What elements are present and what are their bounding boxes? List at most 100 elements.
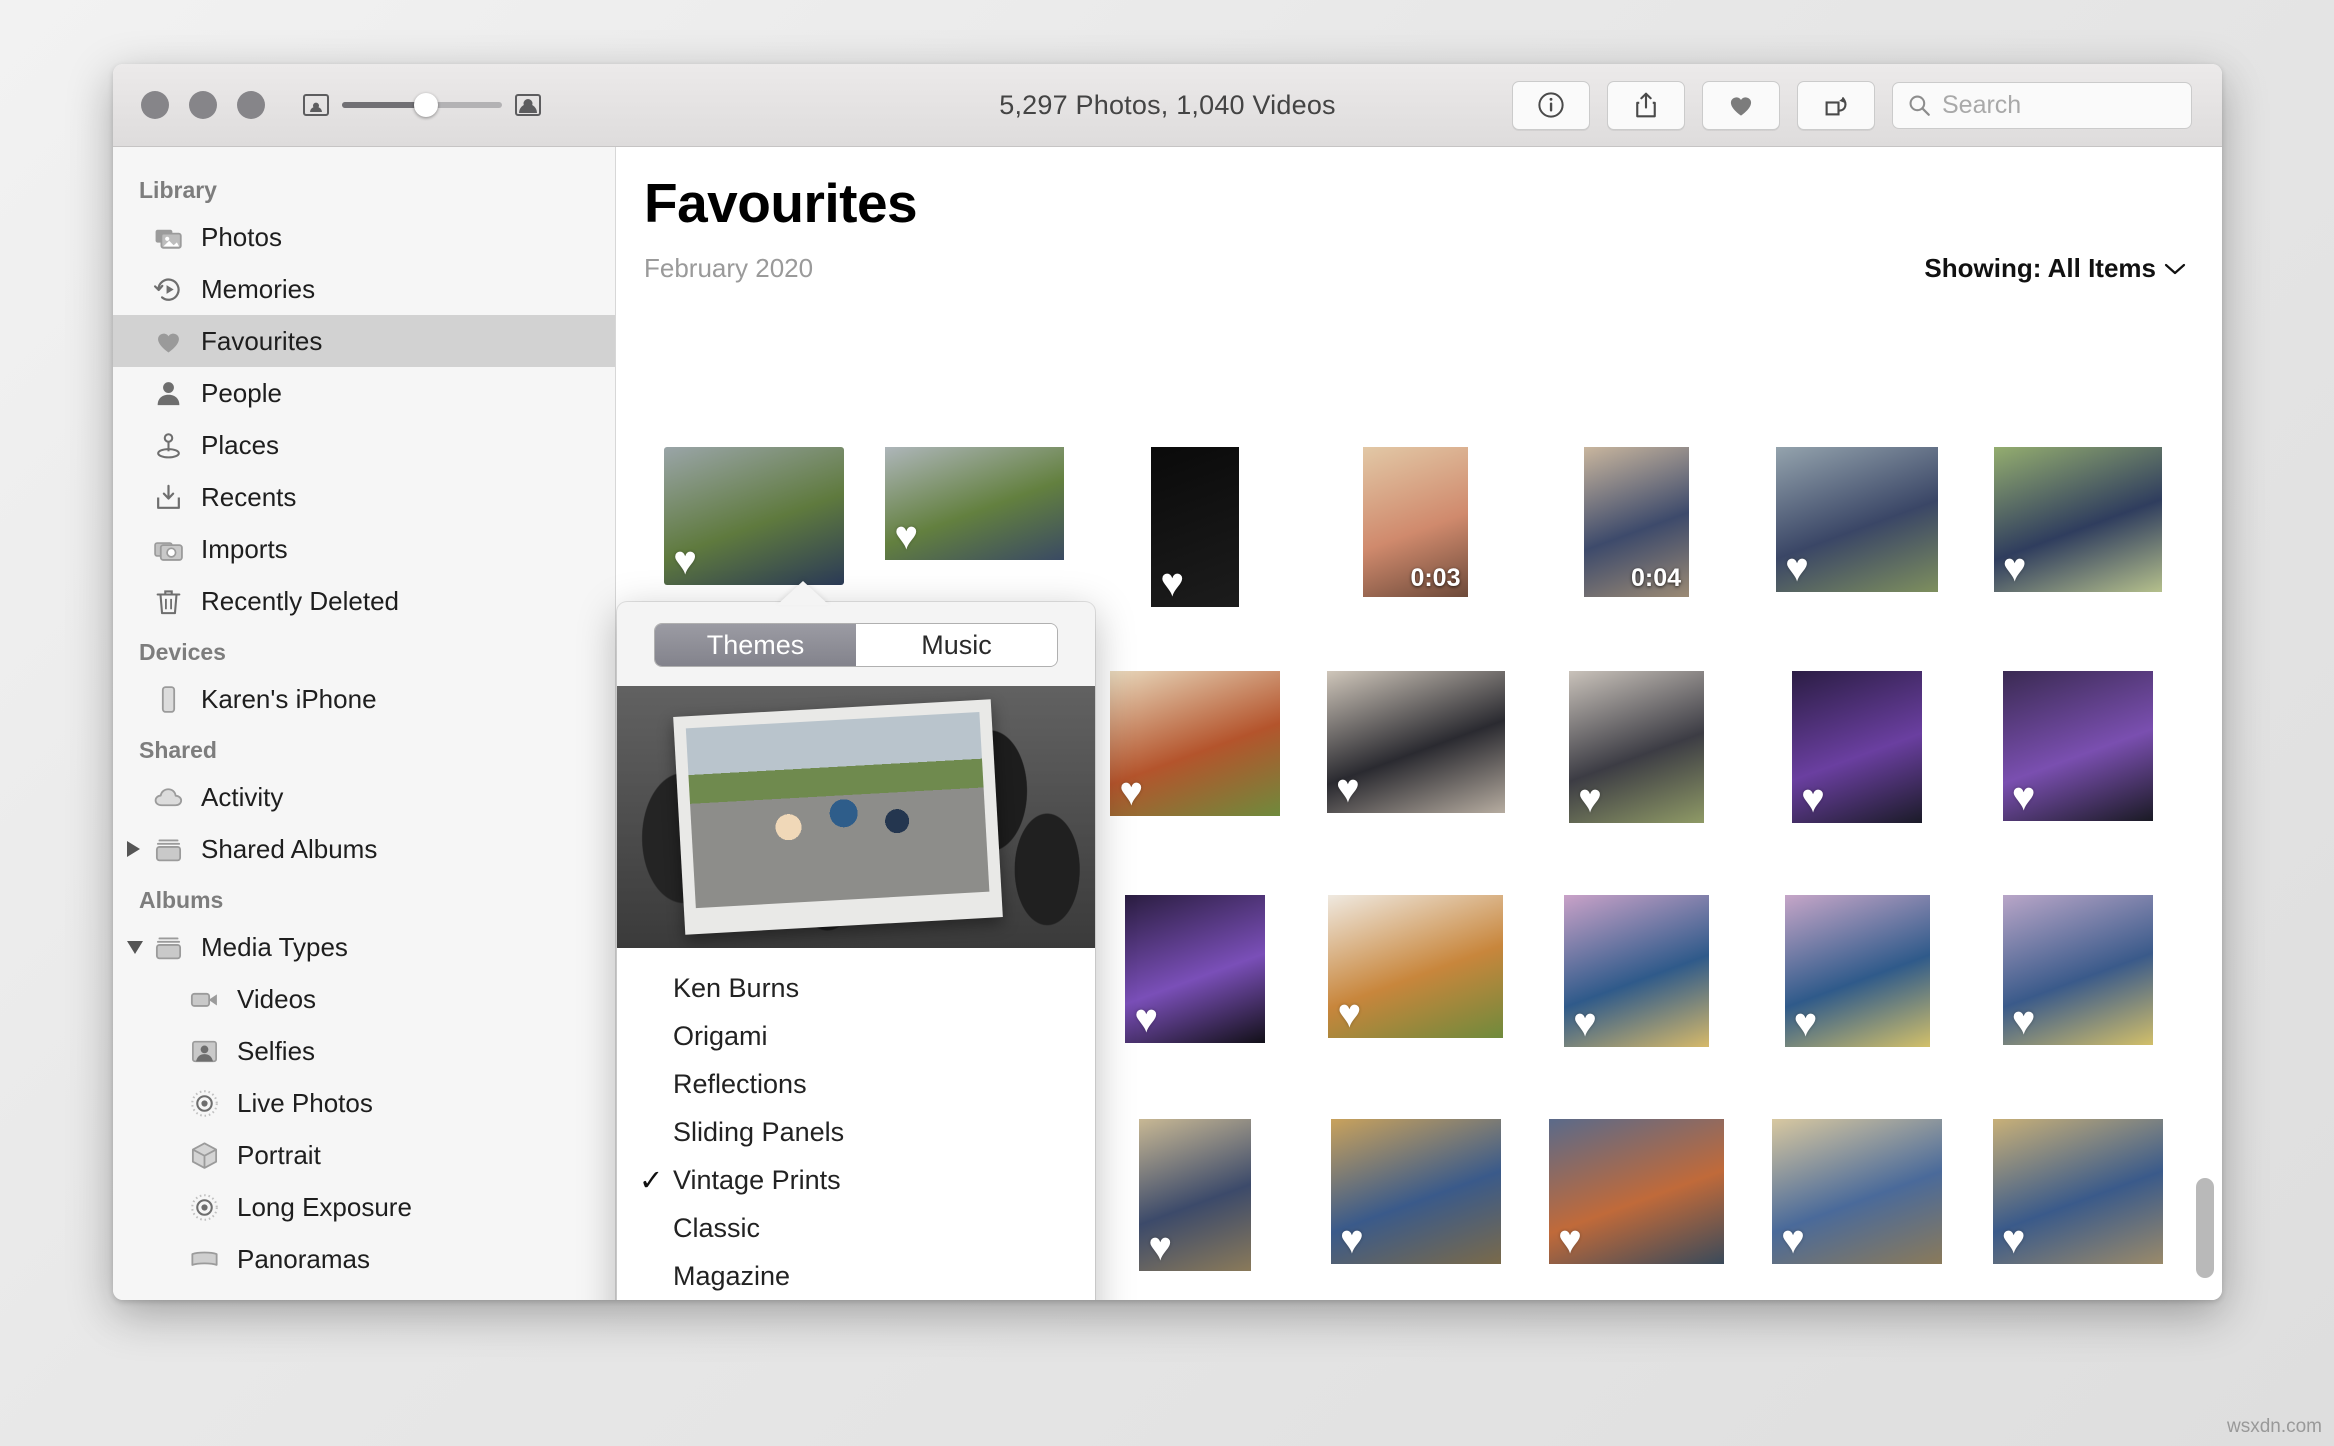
minimize-button[interactable]: [189, 91, 217, 119]
photo-thumbnail[interactable]: ♥: [1784, 895, 1930, 1047]
photo-thumbnail[interactable]: ♥: [1564, 895, 1710, 1047]
close-button[interactable]: [141, 91, 169, 119]
popover-tab-themes[interactable]: Themes: [655, 624, 856, 666]
sidebar-item-label: Places: [201, 429, 280, 460]
photo-thumbnail[interactable]: ♥: [1992, 1119, 2163, 1264]
sidebar-item-places[interactable]: Places: [113, 419, 615, 471]
theme-label: Origami: [673, 1020, 768, 1051]
info-button[interactable]: [1512, 80, 1590, 130]
panorama-icon: [189, 1244, 220, 1275]
photo-cell: ♥: [1967, 1119, 2188, 1300]
favorite-heart-icon: ♥: [1148, 1225, 1173, 1269]
popover-arrow: [777, 581, 829, 605]
favorite-heart-icon: ♥: [1335, 767, 1360, 811]
traffic-light-group: [141, 91, 265, 119]
sidebar-item-photos[interactable]: Photos: [113, 211, 615, 263]
photo-thumbnail[interactable]: ♥: [1151, 447, 1240, 607]
disclosure-triangle-collapsed[interactable]: [127, 841, 140, 857]
preview-photo: [685, 711, 990, 909]
download-tray-icon: [153, 482, 184, 513]
sidebar-section-header: Albums: [139, 887, 224, 913]
thumbnail-size-slider[interactable]: [342, 93, 502, 117]
theme-item-sliding-panels[interactable]: Sliding Panels: [617, 1108, 1095, 1156]
share-icon: [1636, 92, 1656, 118]
photo-thumbnail[interactable]: ♥: [1326, 671, 1505, 813]
theme-preview: [617, 686, 1095, 948]
theme-label: Vintage Prints: [673, 1164, 841, 1195]
theme-item-ken-burns[interactable]: Ken Burns: [617, 964, 1095, 1012]
sidebar-item-long-exposure[interactable]: Long Exposure: [113, 1181, 615, 1233]
sidebar-item-live-photos[interactable]: Live Photos: [113, 1077, 615, 1129]
sidebar-item-imports[interactable]: Imports: [113, 523, 615, 575]
photo-thumbnail[interactable]: ♥: [1139, 1119, 1252, 1271]
sidebar-item-memories[interactable]: Memories: [113, 263, 615, 315]
sidebar-item-portrait[interactable]: Portrait: [113, 1129, 615, 1181]
photo-thumbnail[interactable]: ♥: [1328, 895, 1504, 1038]
sidebar-item-recents[interactable]: Recents: [113, 471, 615, 523]
photo-cell: ♥: [1085, 671, 1306, 895]
theme-item-reflections[interactable]: Reflections: [617, 1060, 1095, 1108]
sidebar-item-activity[interactable]: Activity: [113, 771, 615, 823]
long-exposure-icon: [189, 1192, 220, 1223]
sidebar-item-karen-s-iphone[interactable]: Karen's iPhone: [113, 673, 615, 725]
theme-item-vintage-prints[interactable]: ✓ Vintage Prints: [617, 1156, 1095, 1204]
favorite-heart-icon: ♥: [1160, 561, 1185, 605]
window-body: Library Photos Memories Favourites People Pla…: [113, 147, 2222, 1300]
favorite-button[interactable]: [1702, 80, 1780, 130]
theme-item-origami[interactable]: Origami: [617, 1012, 1095, 1060]
sidebar-item-videos[interactable]: Videos: [113, 973, 615, 1025]
photo-thumbnail[interactable]: ♥: [1549, 1119, 1725, 1264]
sidebar-item-recently-deleted[interactable]: Recently Deleted: [113, 575, 615, 627]
photo-thumbnail[interactable]: ♥: [1569, 671, 1705, 823]
sidebar-item-favourites[interactable]: Favourites: [113, 315, 615, 367]
photo-thumbnail[interactable]: ♥: [1125, 895, 1266, 1043]
month-label: February 2020: [644, 253, 814, 283]
photo-cell: ♥: [1526, 1119, 1747, 1300]
zoom-button[interactable]: [237, 91, 265, 119]
album-stack-icon: [153, 834, 184, 865]
favorite-heart-icon: ♥: [1793, 1001, 1818, 1045]
disclosure-triangle-expanded[interactable]: [127, 940, 143, 954]
slider-knob[interactable]: [414, 93, 438, 117]
sidebar-item-shared-albums[interactable]: Shared Albums: [113, 823, 615, 875]
showing-filter[interactable]: Showing: All Items: [1924, 253, 2186, 284]
photo-thumbnail[interactable]: ♥: [1330, 1119, 1501, 1264]
photo-thumbnail[interactable]: ♥: [1792, 671, 1923, 823]
photo-thumbnail[interactable]: ♥: [664, 447, 845, 585]
sidebar-item-media-types[interactable]: Media Types: [113, 921, 615, 973]
photo-cell: ♥: [1747, 1119, 1968, 1300]
sidebar-item-panoramas[interactable]: Panoramas: [113, 1233, 615, 1285]
sidebar-item-people[interactable]: People: [113, 367, 615, 419]
photo-thumbnail[interactable]: ♥: [885, 447, 1065, 560]
theme-item-classic[interactable]: Classic: [617, 1204, 1095, 1252]
vertical-scrollbar[interactable]: [2196, 1178, 2214, 1278]
theme-item-magazine[interactable]: Magazine: [617, 1252, 1095, 1300]
photo-thumbnail[interactable]: ♥: [2002, 671, 2153, 821]
sidebar-item-label: Imports: [201, 533, 288, 564]
popover-tab-music[interactable]: Music: [856, 624, 1057, 666]
search-input[interactable]: Search: [1892, 81, 2192, 129]
selfie-icon: [189, 1036, 220, 1067]
theme-label: Ken Burns: [673, 972, 800, 1003]
photo-cell: ♥: [1306, 1119, 1527, 1300]
photo-thumbnail[interactable]: 0:04: [1584, 447, 1690, 597]
photo-cell: ♥: [1085, 447, 1306, 671]
sidebar-item-selfies[interactable]: Selfies: [113, 1025, 615, 1077]
cube-icon: [189, 1140, 220, 1171]
watermark: wsxdn.com: [2226, 1416, 2322, 1437]
photo-thumbnail[interactable]: ♥: [1776, 447, 1939, 592]
favorite-heart-icon: ♥: [1785, 546, 1809, 590]
photo-thumbnail[interactable]: ♥: [2002, 895, 2153, 1045]
photo-cell: ♥: [1306, 671, 1527, 895]
rotate-button[interactable]: [1797, 80, 1875, 130]
photo-cell: ♥: [1967, 671, 2188, 895]
camera-icon: [153, 534, 184, 565]
favorite-heart-icon: ♥: [894, 514, 919, 558]
preview-photo-frame: [673, 699, 1003, 935]
share-button[interactable]: [1607, 80, 1685, 130]
theme-list: Ken Burns Origami Reflections Sliding Panel…: [617, 948, 1095, 1300]
photo-thumbnail[interactable]: ♥: [1772, 1119, 1943, 1264]
photo-thumbnail[interactable]: ♥: [1993, 447, 2162, 592]
photo-thumbnail[interactable]: 0:03: [1363, 447, 1469, 597]
photo-thumbnail[interactable]: ♥: [1110, 671, 1281, 816]
